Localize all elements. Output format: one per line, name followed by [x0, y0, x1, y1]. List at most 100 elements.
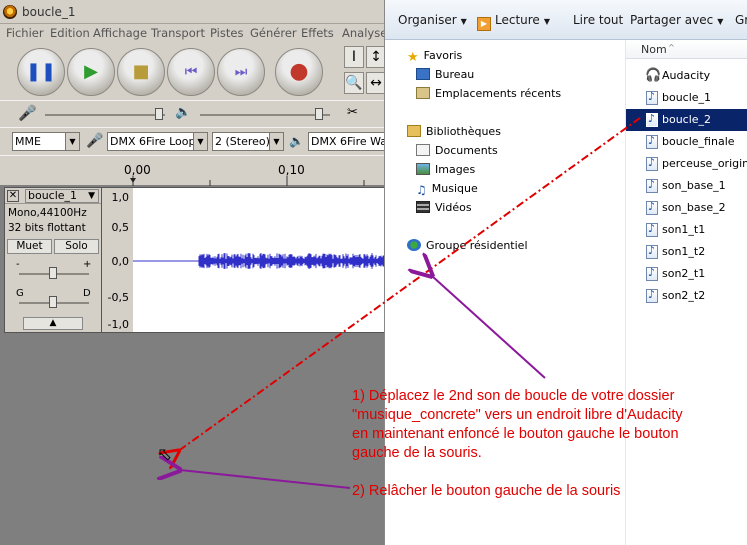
- pause-button[interactable]: ❚❚: [17, 48, 65, 96]
- instruction-step1-line3: en maintenant enfoncé le bouton gauche l…: [352, 426, 679, 442]
- list-item[interactable]: 🎧 Audacity: [626, 65, 747, 87]
- nav-label: Favoris: [423, 49, 463, 62]
- list-item[interactable]: son1_t1: [626, 219, 747, 241]
- nav-music[interactable]: ♫ Musique: [416, 182, 478, 197]
- menu-bar: Fichier Edition Affichage Transport Pist…: [0, 24, 384, 43]
- chevron-down-icon: ▼: [269, 133, 283, 150]
- play-all-button[interactable]: Lire tout: [573, 13, 623, 27]
- list-item[interactable]: boucle_finale: [626, 131, 747, 153]
- list-item[interactable]: son_base_1: [626, 175, 747, 197]
- input-volume-slider[interactable]: [155, 108, 163, 120]
- stop-icon: ■: [132, 61, 150, 82]
- nav-documents[interactable]: Documents: [416, 144, 498, 157]
- organize-button[interactable]: Organiser ▼: [398, 13, 467, 27]
- audacity-app-icon: 🎧: [645, 68, 662, 83]
- audio-file-icon: [646, 90, 658, 105]
- nav-libraries[interactable]: Bibliothèques: [407, 125, 501, 138]
- menu-pistes[interactable]: Pistes: [210, 26, 243, 40]
- audio-file-icon: [646, 134, 658, 149]
- list-item[interactable]: son2_t1: [626, 263, 747, 285]
- homegroup-icon: [407, 239, 421, 251]
- play-icon: ▶: [84, 61, 98, 82]
- scale-label: 0,0: [111, 255, 130, 268]
- input-device-value: DMX 6Fire Loopb: [110, 135, 203, 148]
- list-item[interactable]: boucle_1: [626, 87, 747, 109]
- record-button[interactable]: ●: [275, 48, 323, 96]
- instruction-step1-line4: gauche de la souris.: [352, 445, 482, 461]
- documents-icon: [416, 144, 430, 156]
- gain-minus-label: -: [16, 259, 20, 270]
- triangle-up-icon: ▲: [49, 318, 57, 328]
- channels-select[interactable]: 2 (Stereo) ▼: [212, 132, 284, 151]
- menu-edition[interactable]: Edition: [50, 26, 90, 40]
- list-item[interactable]: son_base_2: [626, 197, 747, 219]
- column-header-name[interactable]: Nom ^: [626, 40, 747, 59]
- nav-desktop[interactable]: Bureau: [416, 68, 474, 81]
- nav-favorites[interactable]: ★ Favoris: [407, 49, 463, 65]
- pan-slider[interactable]: [49, 296, 57, 308]
- edit-cut-icon[interactable]: ✂: [347, 105, 358, 120]
- audio-file-icon: [646, 222, 658, 237]
- envelope-tool[interactable]: ↕: [366, 46, 384, 68]
- menu-analyse[interactable]: Analyse: [342, 26, 384, 40]
- input-device-select[interactable]: DMX 6Fire Loopb ▼: [107, 132, 208, 151]
- collapse-track-button[interactable]: ▲: [23, 317, 83, 330]
- zoom-tool[interactable]: 🔍: [344, 72, 364, 94]
- stop-button[interactable]: ■: [117, 48, 165, 96]
- output-volume-track: [200, 114, 330, 116]
- list-item[interactable]: son1_t2: [626, 241, 747, 263]
- organize-label: Organiser: [398, 13, 457, 27]
- ruler-label: 0,00: [124, 163, 151, 177]
- menu-generer[interactable]: Générer: [250, 26, 297, 40]
- pan-left-label: G: [16, 288, 24, 299]
- output-device-select[interactable]: DMX 6Fire Wav: [308, 132, 384, 151]
- list-item[interactable]: son2_t2: [626, 285, 747, 307]
- pause-icon: ❚❚: [25, 61, 57, 82]
- explorer-window: Organiser ▼ ▶ Lecture ▼ Lire tout Partager …: [384, 0, 747, 545]
- play-button[interactable]: ▶ Lecture ▼: [477, 13, 550, 31]
- selection-tool[interactable]: I: [344, 46, 364, 68]
- nav-videos[interactable]: Vidéos: [416, 201, 472, 214]
- play-label: Lecture: [495, 13, 540, 27]
- track-control-panel: ✕ boucle_1 ▼ Mono,44100Hz 32 bits flotta…: [4, 187, 102, 333]
- close-icon[interactable]: ✕: [7, 190, 19, 202]
- file-list: Nom ^ 🎧 Audacity boucle_1 boucle_2 boucl…: [626, 40, 747, 545]
- audio-file-icon: [646, 178, 658, 193]
- timeline-ruler[interactable]: 0,00 0,10: [0, 155, 384, 186]
- file-name: son_base_1: [662, 179, 726, 192]
- track-name-menu[interactable]: boucle_1 ▼: [25, 189, 99, 203]
- share-button[interactable]: Partager avec ▼: [630, 13, 723, 27]
- title-bar: boucle_1: [0, 0, 384, 24]
- burn-button[interactable]: Gra: [735, 13, 747, 27]
- nav-label: Groupe résidentiel: [426, 239, 528, 252]
- star-icon: ★: [407, 50, 419, 65]
- mute-button[interactable]: Muet: [7, 239, 52, 254]
- audacity-window: boucle_1 Fichier Edition Affichage Trans…: [0, 0, 384, 545]
- nav-recent[interactable]: Emplacements récents: [416, 87, 561, 100]
- music-icon: ♫: [416, 183, 427, 197]
- file-name: Audacity: [662, 69, 711, 82]
- chevron-down-icon: ▼: [460, 17, 467, 26]
- menu-affichage[interactable]: Affichage: [93, 26, 147, 40]
- nav-images[interactable]: Images: [416, 163, 475, 176]
- timeshift-tool[interactable]: ↔: [366, 72, 384, 94]
- list-item[interactable]: perceuse_original: [626, 153, 747, 175]
- file-name: son2_t2: [662, 289, 706, 302]
- skip-end-button[interactable]: ⏭: [217, 48, 265, 96]
- play-button[interactable]: ▶: [67, 48, 115, 96]
- menu-effets[interactable]: Effets: [301, 26, 334, 40]
- transport-toolbar: ❚❚ ▶ ■ ⏮ ⏭ ●: [0, 43, 384, 100]
- menu-fichier[interactable]: Fichier: [6, 26, 44, 40]
- output-volume-slider[interactable]: [315, 108, 323, 120]
- host-select[interactable]: MME ▼: [12, 132, 80, 151]
- waveform-area[interactable]: [133, 187, 384, 333]
- scale-label: -0,5: [107, 291, 129, 304]
- images-icon: [416, 163, 430, 175]
- audio-file-icon: [646, 288, 658, 303]
- menu-transport[interactable]: Transport: [151, 26, 205, 40]
- solo-button[interactable]: Solo: [54, 239, 99, 254]
- skip-start-button[interactable]: ⏮: [167, 48, 215, 96]
- nav-homegroup[interactable]: Groupe résidentiel: [407, 239, 528, 252]
- gain-slider[interactable]: [49, 267, 57, 279]
- list-item-selected[interactable]: boucle_2: [626, 109, 747, 131]
